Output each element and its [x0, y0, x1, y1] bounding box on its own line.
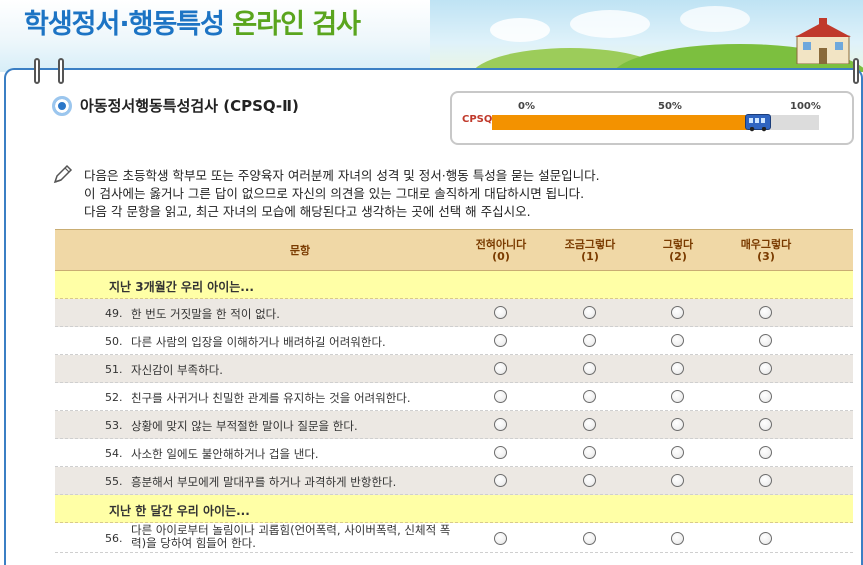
- table-row: 53. 상황에 맞지 않는 부적절한 말이나 질문을 한다.: [55, 411, 853, 439]
- radio-option-2[interactable]: [671, 418, 684, 431]
- radio-option-0[interactable]: [494, 532, 507, 545]
- header-option-1: 조금그렇다 (1): [556, 230, 624, 272]
- radio-option-3[interactable]: [759, 306, 772, 319]
- header-option-3: 매우그렇다 (3): [732, 230, 800, 272]
- progress-track: [492, 114, 819, 132]
- radio-option-0[interactable]: [494, 306, 507, 319]
- progress-fill: [492, 115, 747, 130]
- table-row: 54. 사소한 일에도 불안해하거나 겁을 낸다.: [55, 439, 853, 467]
- school-building-icon: [795, 18, 851, 64]
- table-row: 55. 흥분해서 부모에게 말대꾸를 하거나 과격하게 반항한다.: [55, 467, 853, 495]
- radio-option-3[interactable]: [759, 334, 772, 347]
- radio-option-3[interactable]: [759, 446, 772, 459]
- survey-table: 문항 전혀아니다 (0) 조금그렇다 (1) 그렇다 (2) 매우그렇다 (3)…: [55, 229, 853, 553]
- table-row: 50. 다른 사람의 입장을 이해하거나 배려하길 어려워한다.: [55, 327, 853, 355]
- question-text: 다른 아이로부터 놀림이나 괴롭힘(언어폭력, 사이버폭력, 신체적 폭력)을 …: [131, 523, 451, 550]
- section-title: 아동정서행동특성검사 (CPSQ-Ⅱ): [52, 95, 299, 116]
- group-row: 지난 3개월간 우리 아이는...: [55, 271, 853, 299]
- binder-ring: [853, 58, 859, 84]
- radio-option-1[interactable]: [583, 334, 596, 347]
- option-score: (2): [669, 250, 687, 263]
- question-number: 52.: [105, 391, 123, 404]
- radio-option-3[interactable]: [759, 474, 772, 487]
- radio-option-1[interactable]: [583, 390, 596, 403]
- app-title: 학생정서·행동특성 온라인 검사: [24, 2, 361, 41]
- group-label: 지난 3개월간 우리 아이는...: [109, 280, 254, 294]
- header-banner: 학생정서·행동특성 온라인 검사: [0, 0, 863, 72]
- question-text: 한 번도 거짓말을 한 적이 없다.: [131, 307, 280, 321]
- header-option-0: 전혀아니다 (0): [467, 230, 535, 272]
- table-row: 52. 친구를 사귀거나 친밀한 관계를 유지하는 것을 어려워한다.: [55, 383, 853, 411]
- question-number: 54.: [105, 447, 123, 460]
- question-text: 상황에 맞지 않는 부적절한 말이나 질문을 한다.: [131, 419, 358, 433]
- radio-option-0[interactable]: [494, 334, 507, 347]
- radio-option-1[interactable]: [583, 446, 596, 459]
- question-number: 50.: [105, 335, 123, 348]
- table-row: 56. 다른 아이로부터 놀림이나 괴롭힘(언어폭력, 사이버폭력, 신체적 폭…: [55, 523, 853, 553]
- progress-tick-100: 100%: [790, 101, 821, 112]
- table-header: 문항 전혀아니다 (0) 조금그렇다 (1) 그렇다 (2) 매우그렇다 (3): [55, 229, 853, 271]
- question-text: 친구를 사귀거나 친밀한 관계를 유지하는 것을 어려워한다.: [131, 391, 411, 405]
- radio-option-3[interactable]: [759, 390, 772, 403]
- radio-option-1[interactable]: [583, 418, 596, 431]
- question-text: 다른 사람의 입장을 이해하거나 배려하길 어려워한다.: [131, 335, 386, 349]
- table-row: 49. 한 번도 거짓말을 한 적이 없다.: [55, 299, 853, 327]
- radio-option-2[interactable]: [671, 474, 684, 487]
- radio-option-1[interactable]: [583, 306, 596, 319]
- question-text: 자신감이 부족하다.: [131, 363, 223, 377]
- radio-option-3[interactable]: [759, 418, 772, 431]
- binder-ring: [58, 58, 64, 84]
- radio-option-0[interactable]: [494, 446, 507, 459]
- section-title-text: 아동정서행동특성검사 (CPSQ-Ⅱ): [80, 97, 299, 115]
- group-row: 지난 한 달간 우리 아이는...: [55, 495, 853, 523]
- app-title-part1: 학생정서·행동특성: [24, 9, 225, 40]
- radio-option-2[interactable]: [671, 532, 684, 545]
- radio-option-2[interactable]: [671, 446, 684, 459]
- option-score: (0): [492, 250, 510, 263]
- instruction-line: 다음은 초등학생 학부모 또는 주양육자 여러분께 자녀의 성격 및 정서·행동…: [84, 168, 600, 183]
- group-label: 지난 한 달간 우리 아이는...: [109, 504, 250, 518]
- radio-option-2[interactable]: [671, 306, 684, 319]
- radio-option-0[interactable]: [494, 390, 507, 403]
- question-number: 53.: [105, 419, 123, 432]
- radio-option-1[interactable]: [583, 362, 596, 375]
- radio-option-1[interactable]: [583, 532, 596, 545]
- table-row: 51. 자신감이 부족하다.: [55, 355, 853, 383]
- question-number: 49.: [105, 307, 123, 320]
- radio-option-3[interactable]: [759, 362, 772, 375]
- progress-tick-50: 50%: [658, 101, 682, 112]
- radio-option-1[interactable]: [583, 474, 596, 487]
- option-score: (1): [581, 250, 599, 263]
- radio-option-2[interactable]: [671, 362, 684, 375]
- header-question-label: 문항: [289, 244, 311, 257]
- app-title-part2: 온라인 검사: [232, 9, 361, 40]
- option-score: (3): [757, 250, 775, 263]
- bus-icon: [745, 114, 771, 132]
- question-text: 사소한 일에도 불안해하거나 겁을 낸다.: [131, 447, 319, 461]
- header-option-2: 그렇다 (2): [644, 230, 712, 272]
- radio-option-0[interactable]: [494, 362, 507, 375]
- instruction-line: 이 검사에는 옳거나 그른 답이 없으므로 자신의 의견을 있는 그대로 솔직하…: [84, 186, 585, 201]
- progress-panel: CPSQⅡ 0% 50% 100%: [450, 91, 854, 145]
- question-number: 51.: [105, 363, 123, 376]
- progress-tick-0: 0%: [518, 101, 535, 112]
- radio-option-2[interactable]: [671, 390, 684, 403]
- radio-option-0[interactable]: [494, 474, 507, 487]
- question-number: 55.: [105, 475, 123, 488]
- radio-option-0[interactable]: [494, 418, 507, 431]
- question-number: 56.: [105, 532, 123, 545]
- bullet-icon: [52, 95, 72, 116]
- radio-option-3[interactable]: [759, 532, 772, 545]
- binder-ring: [34, 58, 40, 84]
- question-text: 흥분해서 부모에게 말대꾸를 하거나 과격하게 반항한다.: [131, 475, 397, 489]
- instruction-line: 다음 각 문항을 읽고, 최근 자녀의 모습에 해당된다고 생각하는 곳에 선택…: [84, 204, 531, 219]
- pencil-icon: [53, 164, 73, 184]
- radio-option-2[interactable]: [671, 334, 684, 347]
